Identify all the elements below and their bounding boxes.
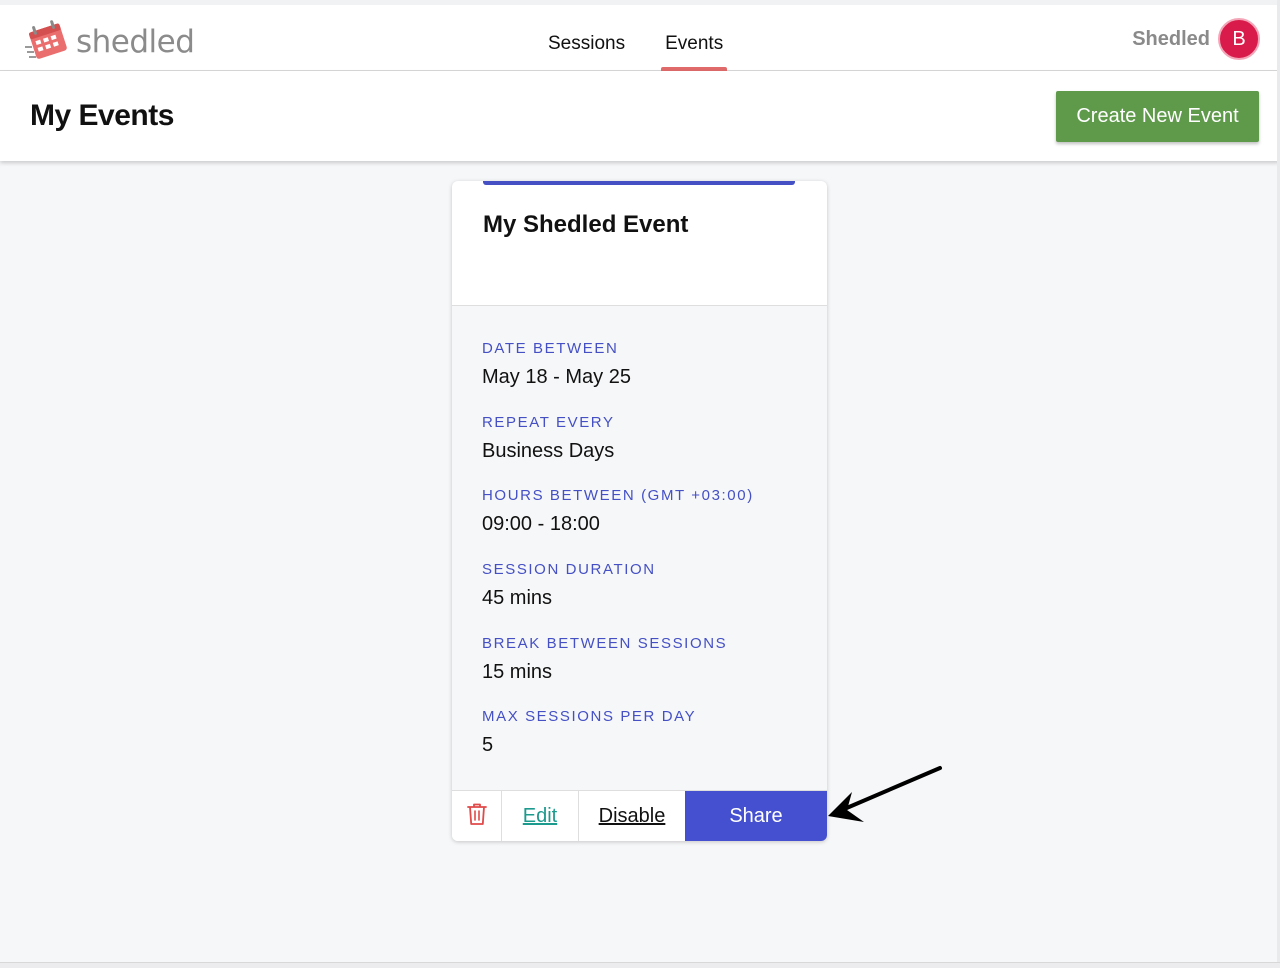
event-details: DATE BETWEEN May 18 - May 25 REPEAT EVER…: [452, 305, 827, 790]
brand-name: shedled: [76, 23, 195, 60]
page-header: My Events Create New Event: [0, 71, 1280, 161]
field-label: SESSION DURATION: [482, 561, 656, 578]
delete-button[interactable]: [452, 791, 502, 841]
trash-icon: [466, 802, 487, 831]
page-title: My Events: [30, 99, 174, 132]
create-new-event-button[interactable]: Create New Event: [1056, 91, 1259, 142]
field-value: 09:00 - 18:00: [482, 513, 600, 535]
share-button[interactable]: Share: [685, 791, 827, 841]
avatar[interactable]: B: [1218, 18, 1260, 60]
card-accent-bar: [483, 181, 795, 185]
user-name: Shedled: [1132, 27, 1210, 50]
field-label: BREAK BETWEEN SESSIONS: [482, 635, 728, 652]
field-max-sessions-per-day: MAX SESSIONS PER DAY 5: [482, 708, 696, 757]
field-date-between: DATE BETWEEN May 18 - May 25: [482, 340, 631, 389]
field-value: 5: [482, 734, 494, 756]
field-value: 15 mins: [482, 661, 553, 683]
event-card: My Shedled Event DATE BETWEEN May 18 - M…: [452, 181, 827, 841]
field-label: DATE BETWEEN: [482, 340, 619, 357]
field-label: MAX SESSIONS PER DAY: [482, 708, 697, 725]
calendar-logo-icon: [24, 17, 70, 66]
main-tabs: Sessions Events: [528, 5, 743, 71]
field-label: REPEAT EVERY: [482, 414, 615, 431]
user-menu[interactable]: Shedled B: [1132, 18, 1260, 60]
field-break-between-sessions: BREAK BETWEEN SESSIONS 15 mins: [482, 635, 727, 684]
top-navbar: shedled Sessions Events Shedled B: [0, 5, 1280, 71]
edit-link[interactable]: Edit: [502, 791, 579, 841]
window-bottom-edge: [0, 962, 1280, 968]
brand-logo[interactable]: shedled: [24, 17, 195, 66]
field-value: 45 mins: [482, 587, 553, 609]
tab-events[interactable]: Events: [645, 5, 743, 71]
disable-link[interactable]: Disable: [579, 791, 685, 841]
field-hours-between: HOURS BETWEEN (GMT +03:00) 09:00 - 18:00: [482, 487, 754, 536]
field-value: May 18 - May 25: [482, 366, 631, 388]
field-session-duration: SESSION DURATION 45 mins: [482, 561, 656, 610]
tab-sessions[interactable]: Sessions: [528, 5, 645, 71]
event-actions: Edit Disable Share: [452, 790, 827, 841]
pointer-arrow-icon: [820, 760, 950, 835]
event-title: My Shedled Event: [483, 211, 689, 238]
field-value: Business Days: [482, 440, 615, 462]
field-label: HOURS BETWEEN (GMT +03:00): [482, 487, 754, 504]
field-repeat-every: REPEAT EVERY Business Days: [482, 414, 615, 463]
